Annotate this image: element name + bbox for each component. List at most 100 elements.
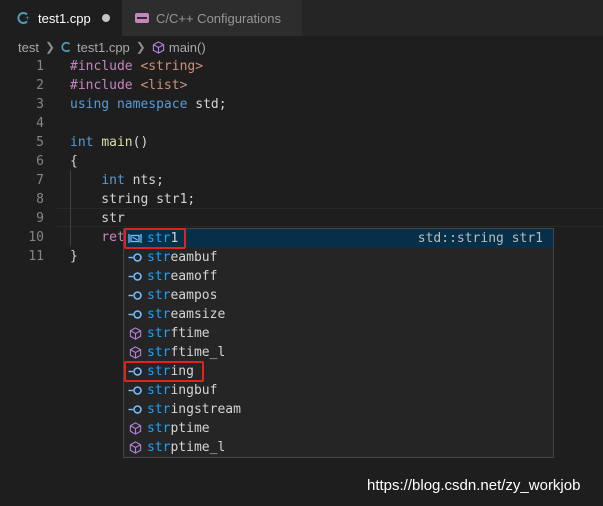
autocomplete-suggestions[interactable]: str 1 std::string str1 str eambuf str eamoff st…	[123, 228, 554, 458]
code-line[interactable]: 5 int main()	[0, 133, 603, 152]
code-token: using	[70, 97, 117, 112]
code-token: main	[101, 135, 133, 150]
suggestion-detail: std::string str1	[417, 231, 543, 246]
code-token: ret	[101, 230, 125, 245]
suggestion-item[interactable]: str ftime	[124, 324, 553, 343]
class-icon	[127, 288, 143, 304]
suggestion-label: ftime	[170, 326, 210, 341]
suggestion-label: eamoff	[170, 269, 218, 284]
code-token: #include	[70, 78, 141, 93]
code-token: string str1;	[70, 192, 196, 207]
suggestion-label: eampos	[170, 288, 218, 303]
suggestion-label: ptime	[170, 421, 210, 436]
settings-ui-icon	[134, 10, 150, 26]
line-number: 4	[36, 116, 44, 131]
code-line[interactable]: 9 str	[0, 209, 603, 228]
line-number: 6	[36, 154, 44, 169]
suggestion-item[interactable]: str eamsize	[124, 305, 553, 324]
code-text: string str1;	[70, 190, 195, 209]
chevron-right-icon: ❯	[44, 40, 56, 54]
method-icon	[127, 440, 143, 456]
watermark: https://blog.csdn.net/zy_workjob	[367, 477, 581, 494]
suggestion-item[interactable]: str ptime	[124, 419, 553, 438]
suggestion-match: str	[147, 402, 171, 417]
code-token: namespace	[116, 97, 196, 112]
suggestion-item[interactable]: str ingstream	[124, 400, 553, 419]
class-icon	[127, 307, 143, 323]
method-icon	[127, 421, 143, 437]
line-number: 11	[28, 249, 44, 264]
suggestion-label: eambuf	[170, 250, 218, 265]
suggestion-item[interactable]: str ptime_l	[124, 438, 553, 457]
code-token: <list>	[140, 78, 188, 93]
code-token: int	[70, 135, 102, 150]
suggestion-match: str	[147, 288, 171, 303]
unsaved-dot-icon[interactable]	[102, 14, 110, 22]
code-line[interactable]: 3 using namespace std;	[0, 95, 603, 114]
code-token: }	[70, 249, 78, 264]
cpp-file-icon	[61, 41, 73, 53]
class-icon	[127, 402, 143, 418]
suggestion-match: str	[147, 250, 171, 265]
tab-label: C/C++ Configurations	[156, 10, 282, 26]
code-token: str	[70, 211, 125, 226]
suggestion-label: ftime_l	[170, 345, 226, 360]
suggestion-label: ptime_l	[170, 440, 226, 455]
code-line[interactable]: 1 #include <string>	[0, 57, 603, 76]
line-number: 2	[36, 78, 44, 93]
method-icon	[127, 345, 143, 361]
code-text: ret	[70, 228, 125, 247]
highlight-box-str1	[124, 228, 186, 249]
suggestion-item[interactable]: str ftime_l	[124, 343, 553, 362]
code-line[interactable]: 8 string str1;	[0, 190, 603, 209]
code-text: {	[70, 152, 78, 171]
method-icon	[152, 40, 165, 54]
suggestion-item[interactable]: str eamoff	[124, 267, 553, 286]
breadcrumb-folder[interactable]: test	[18, 40, 39, 55]
line-number: 1	[36, 59, 44, 74]
code-text: using namespace std;	[70, 95, 227, 114]
code-line[interactable]: 7 int nts;	[0, 171, 603, 190]
code-text: int main()	[70, 133, 148, 152]
suggestion-item[interactable]: str eambuf	[124, 248, 553, 267]
code-token: nts;	[132, 173, 164, 188]
suggestion-label: eamsize	[170, 307, 226, 322]
highlight-box-string	[124, 361, 204, 382]
suggestion-match: str	[147, 421, 171, 436]
breadcrumb-file[interactable]: test1.cpp	[77, 40, 130, 55]
tab-bar: + test1.cpp C/C++ Configurations	[0, 0, 603, 36]
code-text: #include <list>	[70, 76, 187, 95]
line-number: 9	[36, 211, 44, 226]
svg-text:+: +	[25, 15, 30, 22]
code-text: }	[70, 247, 78, 266]
code-token: ()	[132, 135, 149, 150]
line-number: 8	[36, 192, 44, 207]
code-token: {	[70, 154, 78, 169]
code-token: int	[101, 173, 133, 188]
code-token: <string>	[140, 59, 204, 74]
suggestion-match: str	[147, 383, 171, 398]
code-line[interactable]: 2 #include <list>	[0, 76, 603, 95]
suggestion-item[interactable]: str eampos	[124, 286, 553, 305]
code-text: #include <string>	[70, 57, 203, 76]
suggestion-label: ingstream	[170, 402, 241, 417]
suggestion-label: ingbuf	[170, 383, 218, 398]
suggestion-item[interactable]: str ingbuf	[124, 381, 553, 400]
suggestion-item[interactable]: str 1 std::string str1	[124, 229, 553, 248]
suggestion-match: str	[147, 307, 171, 322]
code-text: int nts;	[70, 171, 164, 190]
code-line[interactable]: 4	[0, 114, 603, 133]
method-icon	[127, 326, 143, 342]
code-line[interactable]: 6{	[0, 152, 603, 171]
suggestion-match: str	[147, 269, 171, 284]
line-number: 3	[36, 97, 44, 112]
tab-cpp-configurations[interactable]: C/C++ Configurations	[122, 0, 302, 36]
suggestion-match: str	[147, 440, 171, 455]
code-token: std;	[195, 97, 227, 112]
code-text: str	[70, 209, 125, 228]
class-icon	[127, 383, 143, 399]
suggestion-match: str	[147, 345, 171, 360]
breadcrumb: test ❯ test1.cpp ❯ main()	[0, 36, 603, 58]
breadcrumb-symbol[interactable]: main()	[169, 40, 206, 55]
